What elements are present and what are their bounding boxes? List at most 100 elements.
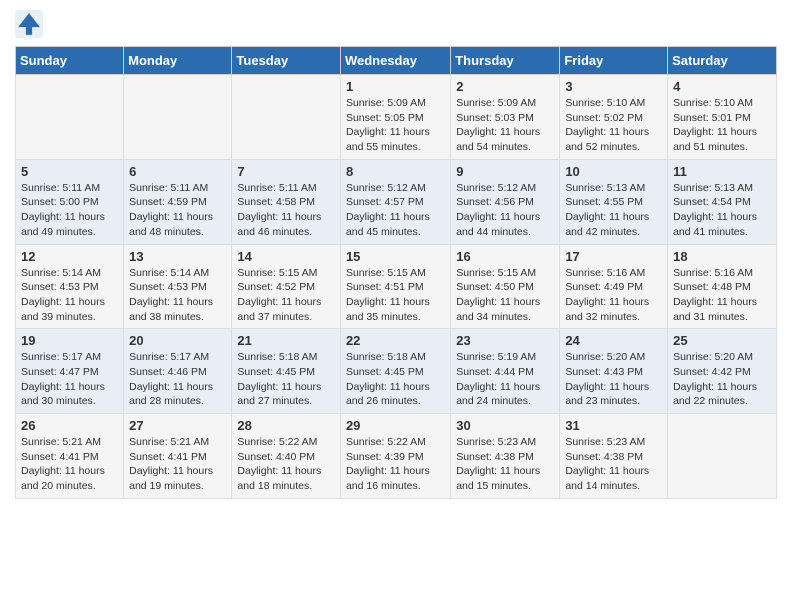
calendar-cell: 5 Sunrise: 5:11 AMSunset: 5:00 PMDaylight… [16, 159, 124, 244]
day-number: 6 [129, 164, 226, 179]
cell-content: Sunrise: 5:14 AMSunset: 4:53 PMDaylight:… [21, 266, 118, 325]
cell-content: Sunrise: 5:13 AMSunset: 4:55 PMDaylight:… [565, 181, 662, 240]
cell-content: Sunrise: 5:12 AMSunset: 4:57 PMDaylight:… [346, 181, 445, 240]
day-number: 31 [565, 418, 662, 433]
calendar-cell: 10 Sunrise: 5:13 AMSunset: 4:55 PMDayligh… [560, 159, 668, 244]
cell-content: Sunrise: 5:18 AMSunset: 4:45 PMDaylight:… [237, 350, 335, 409]
calendar-week-row: 5 Sunrise: 5:11 AMSunset: 5:00 PMDaylight… [16, 159, 777, 244]
day-number: 7 [237, 164, 335, 179]
calendar-cell: 28 Sunrise: 5:22 AMSunset: 4:40 PMDayligh… [232, 414, 341, 499]
calendar-cell: 27 Sunrise: 5:21 AMSunset: 4:41 PMDayligh… [124, 414, 232, 499]
day-number: 24 [565, 333, 662, 348]
cell-content: Sunrise: 5:22 AMSunset: 4:40 PMDaylight:… [237, 435, 335, 494]
cell-content: Sunrise: 5:21 AMSunset: 4:41 PMDaylight:… [129, 435, 226, 494]
day-number: 10 [565, 164, 662, 179]
day-number: 26 [21, 418, 118, 433]
day-number: 20 [129, 333, 226, 348]
calendar-cell: 26Sunrise: 5:21 AMSunset: 4:41 PMDayligh… [16, 414, 124, 499]
calendar-cell: 30 Sunrise: 5:23 AMSunset: 4:38 PMDayligh… [451, 414, 560, 499]
weekday-header-cell: Monday [124, 47, 232, 75]
weekday-header-cell: Wednesday [340, 47, 450, 75]
cell-content: Sunrise: 5:14 AMSunset: 4:53 PMDaylight:… [129, 266, 226, 325]
weekday-header-cell: Friday [560, 47, 668, 75]
calendar-cell: 1Sunrise: 5:09 AMSunset: 5:05 PMDaylight… [340, 75, 450, 160]
weekday-header-cell: Tuesday [232, 47, 341, 75]
cell-content: Sunrise: 5:15 AMSunset: 4:50 PMDaylight:… [456, 266, 554, 325]
cell-content: Sunrise: 5:12 AMSunset: 4:56 PMDaylight:… [456, 181, 554, 240]
calendar-cell: 14Sunrise: 5:15 AMSunset: 4:52 PMDayligh… [232, 244, 341, 329]
calendar-cell: 18 Sunrise: 5:16 AMSunset: 4:48 PMDayligh… [668, 244, 777, 329]
calendar-cell: 2Sunrise: 5:09 AMSunset: 5:03 PMDaylight… [451, 75, 560, 160]
calendar-cell: 4Sunrise: 5:10 AMSunset: 5:01 PMDaylight… [668, 75, 777, 160]
day-number: 27 [129, 418, 226, 433]
day-number: 8 [346, 164, 445, 179]
day-number: 2 [456, 79, 554, 94]
calendar-cell: 21 Sunrise: 5:18 AMSunset: 4:45 PMDayligh… [232, 329, 341, 414]
cell-content: Sunrise: 5:11 AMSunset: 4:58 PMDaylight:… [237, 181, 335, 240]
cell-content: Sunrise: 5:23 AMSunset: 4:38 PMDaylight:… [456, 435, 554, 494]
calendar-cell [124, 75, 232, 160]
day-number: 30 [456, 418, 554, 433]
calendar-cell: 12 Sunrise: 5:14 AMSunset: 4:53 PMDayligh… [16, 244, 124, 329]
calendar-cell: 29Sunrise: 5:22 AMSunset: 4:39 PMDayligh… [340, 414, 450, 499]
calendar-cell: 7 Sunrise: 5:11 AMSunset: 4:58 PMDaylight… [232, 159, 341, 244]
day-number: 9 [456, 164, 554, 179]
day-number: 21 [237, 333, 335, 348]
cell-content: Sunrise: 5:15 AMSunset: 4:51 PMDaylight:… [346, 266, 445, 325]
calendar-cell: 19Sunrise: 5:17 AMSunset: 4:47 PMDayligh… [16, 329, 124, 414]
cell-content: Sunrise: 5:11 AMSunset: 4:59 PMDaylight:… [129, 181, 226, 240]
day-number: 13 [129, 249, 226, 264]
cell-content: Sunrise: 5:11 AMSunset: 5:00 PMDaylight:… [21, 181, 118, 240]
calendar-header: SundayMondayTuesdayWednesdayThursdayFrid… [16, 47, 777, 75]
day-number: 5 [21, 164, 118, 179]
day-number: 17 [565, 249, 662, 264]
cell-content: Sunrise: 5:20 AMSunset: 4:42 PMDaylight:… [673, 350, 771, 409]
weekday-header-cell: Thursday [451, 47, 560, 75]
calendar-cell: 11 Sunrise: 5:13 AMSunset: 4:54 PMDayligh… [668, 159, 777, 244]
day-number: 16 [456, 249, 554, 264]
cell-content: Sunrise: 5:17 AMSunset: 4:46 PMDaylight:… [129, 350, 226, 409]
calendar-cell: 3Sunrise: 5:10 AMSunset: 5:02 PMDaylight… [560, 75, 668, 160]
day-number: 14 [237, 249, 335, 264]
calendar-cell: 23Sunrise: 5:19 AMSunset: 4:44 PMDayligh… [451, 329, 560, 414]
calendar-cell: 20 Sunrise: 5:17 AMSunset: 4:46 PMDayligh… [124, 329, 232, 414]
calendar-cell: 13 Sunrise: 5:14 AMSunset: 4:53 PMDayligh… [124, 244, 232, 329]
calendar-cell: 8 Sunrise: 5:12 AMSunset: 4:57 PMDaylight… [340, 159, 450, 244]
cell-content: Sunrise: 5:20 AMSunset: 4:43 PMDaylight:… [565, 350, 662, 409]
weekday-header-row: SundayMondayTuesdayWednesdayThursdayFrid… [16, 47, 777, 75]
day-number: 28 [237, 418, 335, 433]
cell-content: Sunrise: 5:16 AMSunset: 4:48 PMDaylight:… [673, 266, 771, 325]
weekday-header-cell: Sunday [16, 47, 124, 75]
cell-content: Sunrise: 5:10 AMSunset: 5:01 PMDaylight:… [673, 96, 771, 155]
day-number: 23 [456, 333, 554, 348]
calendar-cell [232, 75, 341, 160]
calendar-cell: 31 Sunrise: 5:23 AMSunset: 4:38 PMDayligh… [560, 414, 668, 499]
cell-content: Sunrise: 5:18 AMSunset: 4:45 PMDaylight:… [346, 350, 445, 409]
calendar-cell: 6 Sunrise: 5:11 AMSunset: 4:59 PMDaylight… [124, 159, 232, 244]
day-number: 19 [21, 333, 118, 348]
calendar-body: 1Sunrise: 5:09 AMSunset: 5:05 PMDaylight… [16, 75, 777, 499]
day-number: 11 [673, 164, 771, 179]
calendar-week-row: 19Sunrise: 5:17 AMSunset: 4:47 PMDayligh… [16, 329, 777, 414]
cell-content: Sunrise: 5:23 AMSunset: 4:38 PMDaylight:… [565, 435, 662, 494]
calendar-container: SundayMondayTuesdayWednesdayThursdayFrid… [0, 0, 792, 514]
day-number: 18 [673, 249, 771, 264]
calendar-week-row: 1Sunrise: 5:09 AMSunset: 5:05 PMDaylight… [16, 75, 777, 160]
weekday-header-cell: Saturday [668, 47, 777, 75]
calendar-cell: 24 Sunrise: 5:20 AMSunset: 4:43 PMDayligh… [560, 329, 668, 414]
calendar-cell [668, 414, 777, 499]
calendar-cell: 16 Sunrise: 5:15 AMSunset: 4:50 PMDayligh… [451, 244, 560, 329]
calendar-cell: 25Sunrise: 5:20 AMSunset: 4:42 PMDayligh… [668, 329, 777, 414]
calendar-cell [16, 75, 124, 160]
calendar-week-row: 12 Sunrise: 5:14 AMSunset: 4:53 PMDayligh… [16, 244, 777, 329]
calendar-cell: 17 Sunrise: 5:16 AMSunset: 4:49 PMDayligh… [560, 244, 668, 329]
cell-content: Sunrise: 5:22 AMSunset: 4:39 PMDaylight:… [346, 435, 445, 494]
day-number: 22 [346, 333, 445, 348]
cell-content: Sunrise: 5:09 AMSunset: 5:05 PMDaylight:… [346, 96, 445, 155]
logo-icon [15, 10, 43, 38]
cell-content: Sunrise: 5:10 AMSunset: 5:02 PMDaylight:… [565, 96, 662, 155]
cell-content: Sunrise: 5:16 AMSunset: 4:49 PMDaylight:… [565, 266, 662, 325]
calendar-table: SundayMondayTuesdayWednesdayThursdayFrid… [15, 46, 777, 499]
day-number: 12 [21, 249, 118, 264]
cell-content: Sunrise: 5:13 AMSunset: 4:54 PMDaylight:… [673, 181, 771, 240]
